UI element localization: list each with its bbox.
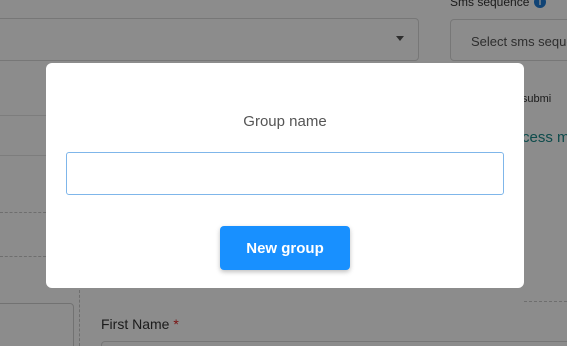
modal-title: Group name: [243, 113, 327, 130]
group-name-modal: Group name New group: [46, 63, 524, 288]
group-name-input[interactable]: [66, 152, 504, 195]
new-group-button[interactable]: New group: [220, 226, 350, 270]
page: Sms sequence i Select sms sequence er su…: [0, 0, 567, 346]
